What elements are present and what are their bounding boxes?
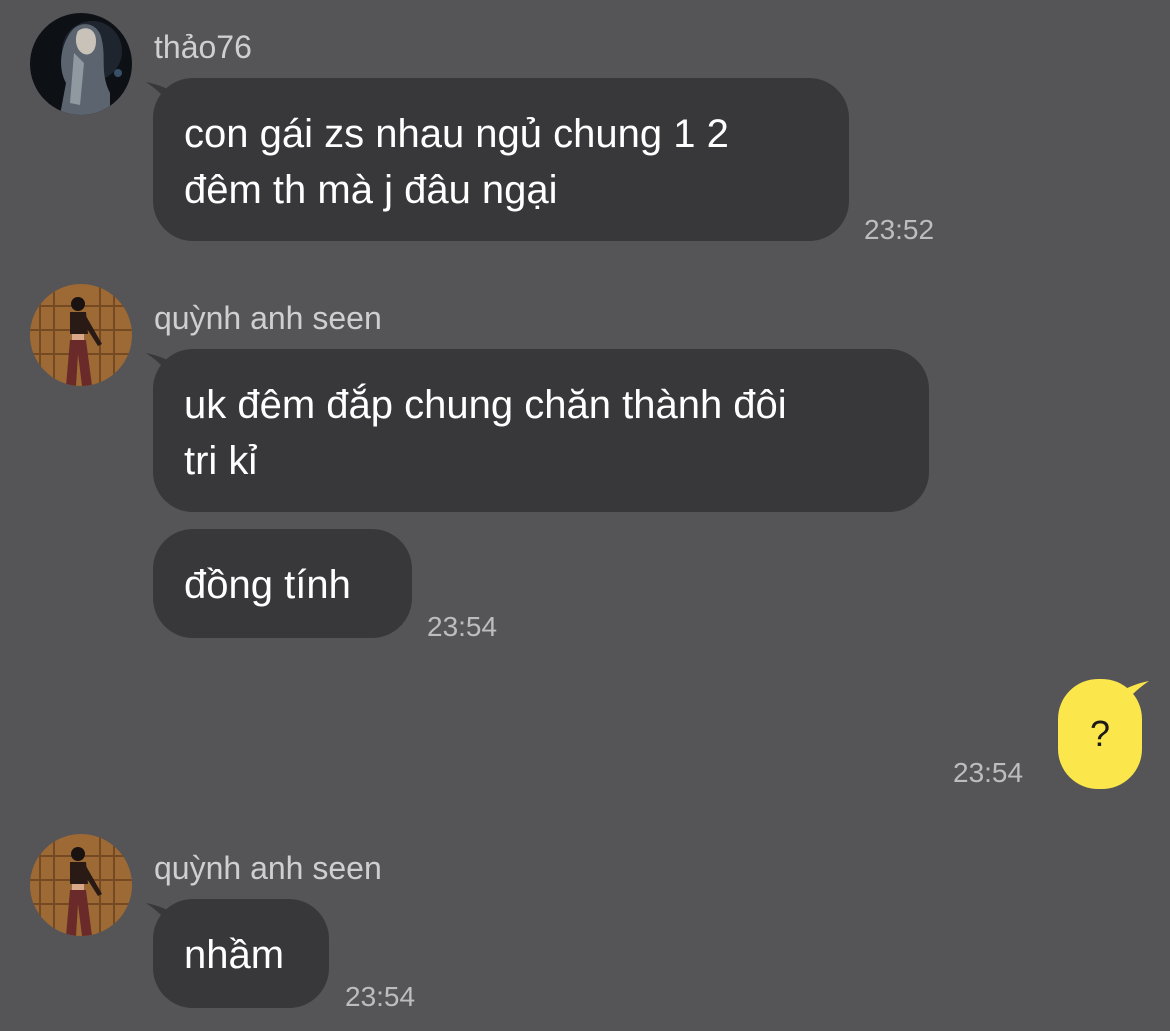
profile-photo-icon [30, 284, 132, 386]
message-text-line-1: uk đêm đắp chung chăn thành đôi [184, 383, 787, 427]
sender-name: quỳnh anh seen [154, 850, 382, 886]
message-timestamp: 23:52 [864, 214, 935, 245]
message-bubble[interactable]: con gái zs nhau ngủ chung 1 2 đêm th mà … [153, 78, 849, 241]
avatar-quynh-anh-seen[interactable] [30, 284, 132, 386]
message-text: ? [1089, 713, 1111, 754]
message-bubble[interactable]: đồng tính [153, 529, 412, 638]
bubble-tail [1119, 681, 1149, 711]
avatar-thao76[interactable] [30, 13, 132, 115]
message-bubble[interactable]: nhầm [153, 899, 329, 1008]
sender-name: thảo76 [154, 29, 252, 65]
profile-photo-icon [30, 13, 132, 115]
message-timestamp: 23:54 [345, 981, 416, 1012]
message-bubble[interactable]: uk đêm đắp chung chăn thành đôi tri kỉ [153, 349, 929, 512]
message-text: đồng tính [184, 563, 351, 607]
message-text-line-1: con gái zs nhau ngủ chung 1 2 [184, 112, 729, 156]
message-text-line-2: đêm th mà j đâu ngại [184, 168, 558, 212]
avatar-quynh-anh-seen[interactable] [30, 834, 132, 936]
message-text: nhầm [184, 933, 285, 977]
message-timestamp: 23:54 [953, 757, 1024, 788]
message-timestamp: 23:54 [427, 611, 498, 642]
profile-photo-icon [30, 834, 132, 936]
sender-name: quỳnh anh seen [154, 300, 382, 336]
message-text-line-2: tri kỉ [184, 439, 258, 483]
